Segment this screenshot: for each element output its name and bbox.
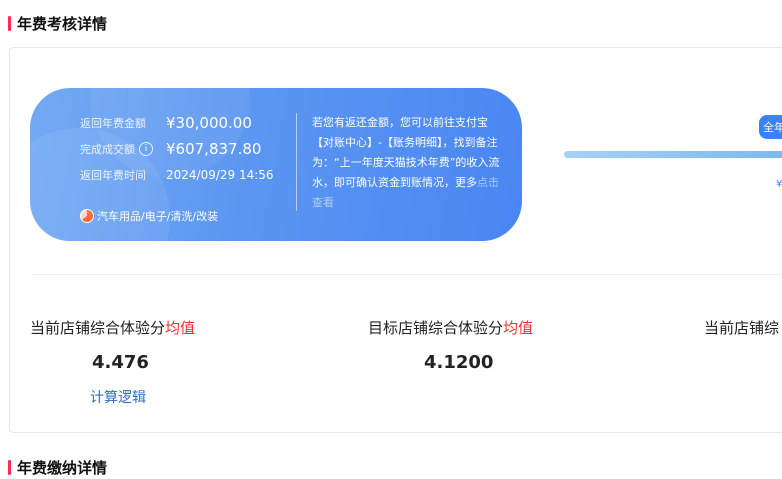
current-store-score-label-text: 当前店铺综合体验分 xyxy=(30,319,166,337)
refund-info-panel: 返回年费金额 ¥30,000.00 完成成交额 i ¥607,837.80 返回… xyxy=(30,88,522,241)
completed-sales-label: 完成成交额 xyxy=(80,143,135,156)
completed-sales-value: ¥607,837.80 xyxy=(166,140,262,158)
current-store-score-label: 当前店铺综合体验分均值 xyxy=(30,317,195,338)
average-tag: 均值 xyxy=(503,319,534,337)
section-divider xyxy=(30,274,782,275)
tier-caption: ¥ xyxy=(776,179,782,190)
annual-fee-assessment-title: 年费考核详情 xyxy=(8,13,107,34)
section-accent-bar xyxy=(8,16,11,31)
store-category-text: 汽车用品/电子/清洗/改装 xyxy=(97,210,219,223)
annual-fee-payment-title-text: 年费缴纳详情 xyxy=(17,459,108,477)
completed-sales-row: 完成成交额 i ¥607,837.80 xyxy=(80,140,261,158)
tier-badge: 全年 xyxy=(759,115,782,139)
target-store-score-value: 4.1200 xyxy=(424,352,494,373)
refund-time-label: 返回年费时间 xyxy=(80,169,146,182)
refund-time-row: 返回年费时间 2024/09/29 14:56 xyxy=(80,167,274,183)
target-store-score-label: 目标店铺综合体验分均值 xyxy=(368,317,533,338)
annual-fee-assessment-title-text: 年费考核详情 xyxy=(17,15,108,33)
completed-sales-label-wrap: 完成成交额 i xyxy=(80,141,166,157)
refund-amount-row: 返回年费金额 ¥30,000.00 xyxy=(80,114,252,132)
assessment-card: 返回年费金额 ¥30,000.00 完成成交额 i ¥607,837.80 返回… xyxy=(9,47,782,433)
section-accent-bar xyxy=(8,460,11,475)
current-store-third-metric-label-text: 当前店铺综 xyxy=(704,319,780,337)
annual-fee-payment-title: 年费缴纳详情 xyxy=(8,457,107,478)
average-tag: 均值 xyxy=(165,319,196,337)
store-category: 汽车用品/电子/清洗/改装 xyxy=(80,208,218,224)
sales-progress-bar xyxy=(564,151,782,158)
refund-amount-label: 返回年费金额 xyxy=(80,117,146,130)
current-store-third-metric-label: 当前店铺综 xyxy=(704,317,779,338)
refund-time-value: 2024/09/29 14:56 xyxy=(166,168,274,182)
refund-note: 若您有返还金额，您可以前往支付宝【对账中心】-【账务明细】，找到备注为：“上一年… xyxy=(312,113,502,213)
category-pie-icon xyxy=(80,209,94,223)
info-icon[interactable]: i xyxy=(139,142,153,156)
panel-divider xyxy=(296,113,297,211)
current-store-score-value: 4.476 xyxy=(92,352,149,373)
calculation-logic-link[interactable]: 计算逻辑 xyxy=(90,387,146,407)
refund-note-text: 若您有返还金额，您可以前往支付宝【对账中心】-【账务明细】，找到备注为：“上一年… xyxy=(312,116,500,189)
target-store-score-label-text: 目标店铺综合体验分 xyxy=(368,319,504,337)
refund-amount-value: ¥30,000.00 xyxy=(166,114,252,132)
